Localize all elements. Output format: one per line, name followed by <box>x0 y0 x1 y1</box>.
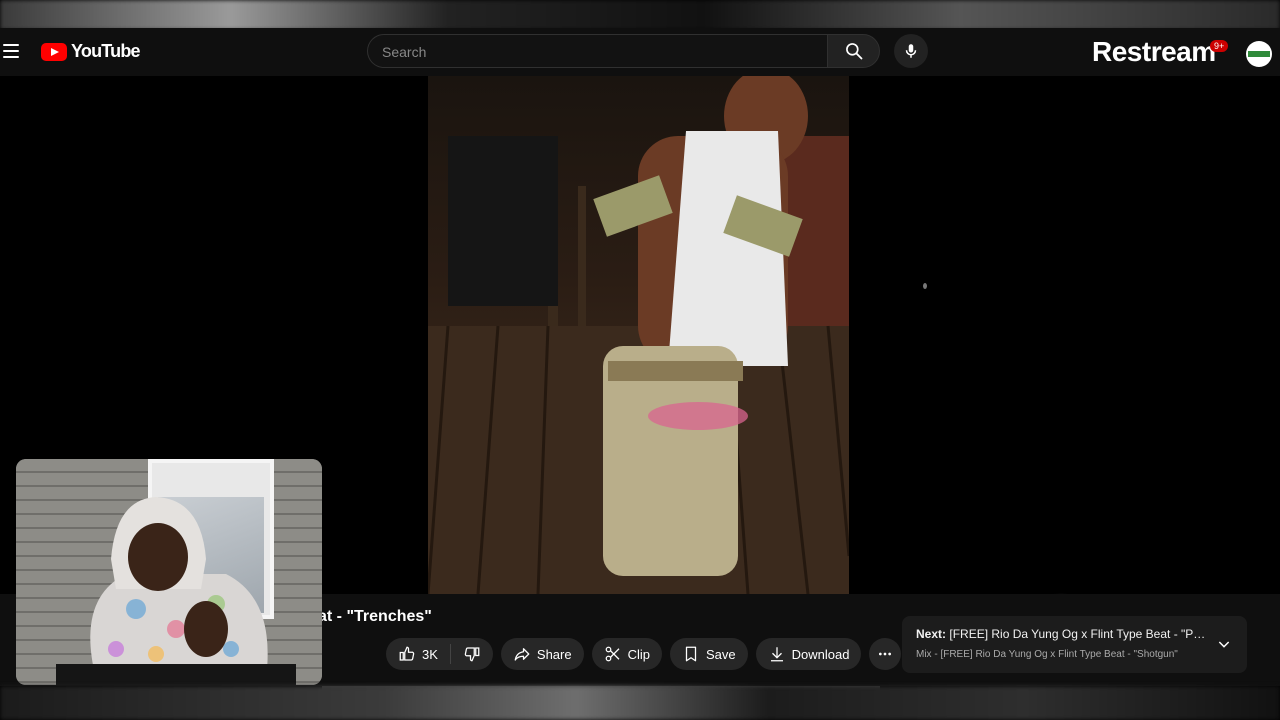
mic-icon <box>905 44 917 58</box>
action-bar: 3K Share Clip Save Download <box>386 638 902 670</box>
chevron-down-icon[interactable] <box>1216 636 1232 652</box>
save-button[interactable]: Save <box>670 638 748 670</box>
next-video-title: [FREE] Rio Da Yung Og x Flint Type Beat … <box>949 627 1206 641</box>
next-up-subtitle: Mix - [FREE] Rio Da Yung Og x Flint Type… <box>916 649 1178 660</box>
like-button[interactable]: 3K <box>386 638 450 670</box>
like-count: 3K <box>422 646 438 662</box>
thumbs-down-icon <box>464 647 480 662</box>
share-label: Share <box>536 646 572 662</box>
share-button[interactable]: Share <box>500 638 584 670</box>
logo-text: YouTube <box>71 41 141 61</box>
thumbs-up-icon <box>399 646 415 661</box>
share-icon <box>514 648 530 661</box>
webcam-person <box>56 497 296 685</box>
account-avatar[interactable] <box>1246 41 1272 67</box>
video-frame <box>428 76 849 594</box>
restream-watermark: Restream <box>1092 36 1216 67</box>
video-speck <box>923 283 927 289</box>
download-label: Download <box>791 646 850 662</box>
scissors-icon <box>605 646 620 662</box>
search-input[interactable] <box>380 43 814 61</box>
download-icon <box>770 647 783 662</box>
youtube-logo-icon <box>41 42 67 61</box>
search-icon <box>845 43 862 60</box>
like-dislike-group: 3K <box>386 638 493 670</box>
video-title: at - "Trenches" <box>318 608 432 625</box>
webcam-overlay <box>16 459 322 685</box>
clip-label: Clip <box>627 646 651 662</box>
dislike-button[interactable] <box>451 638 493 670</box>
menu-icon[interactable] <box>3 44 19 58</box>
stream-background-bottom <box>0 686 1280 720</box>
search-button[interactable] <box>827 34 880 68</box>
next-up-title: Next: [FREE] Rio Da Yung Og x Flint Type… <box>916 627 1206 641</box>
youtube-logo[interactable]: YouTube <box>41 41 141 62</box>
notification-badge[interactable]: 9+ <box>1210 40 1229 52</box>
more-actions-button[interactable] <box>869 638 902 670</box>
next-prefix: Next: <box>916 627 947 641</box>
youtube-header: YouTube Restream 9+ <box>0 28 1280 76</box>
stream-background-top <box>0 0 1280 30</box>
clip-button[interactable]: Clip <box>591 638 663 670</box>
save-label: Save <box>706 646 736 662</box>
video-scene <box>428 76 849 594</box>
next-up-card[interactable]: Next: [FREE] Rio Da Yung Og x Flint Type… <box>902 616 1247 673</box>
search-box <box>367 34 827 68</box>
bookmark-icon <box>685 646 697 662</box>
download-button[interactable]: Download <box>755 638 862 670</box>
voice-search-button[interactable] <box>894 34 928 68</box>
more-icon <box>879 652 892 656</box>
